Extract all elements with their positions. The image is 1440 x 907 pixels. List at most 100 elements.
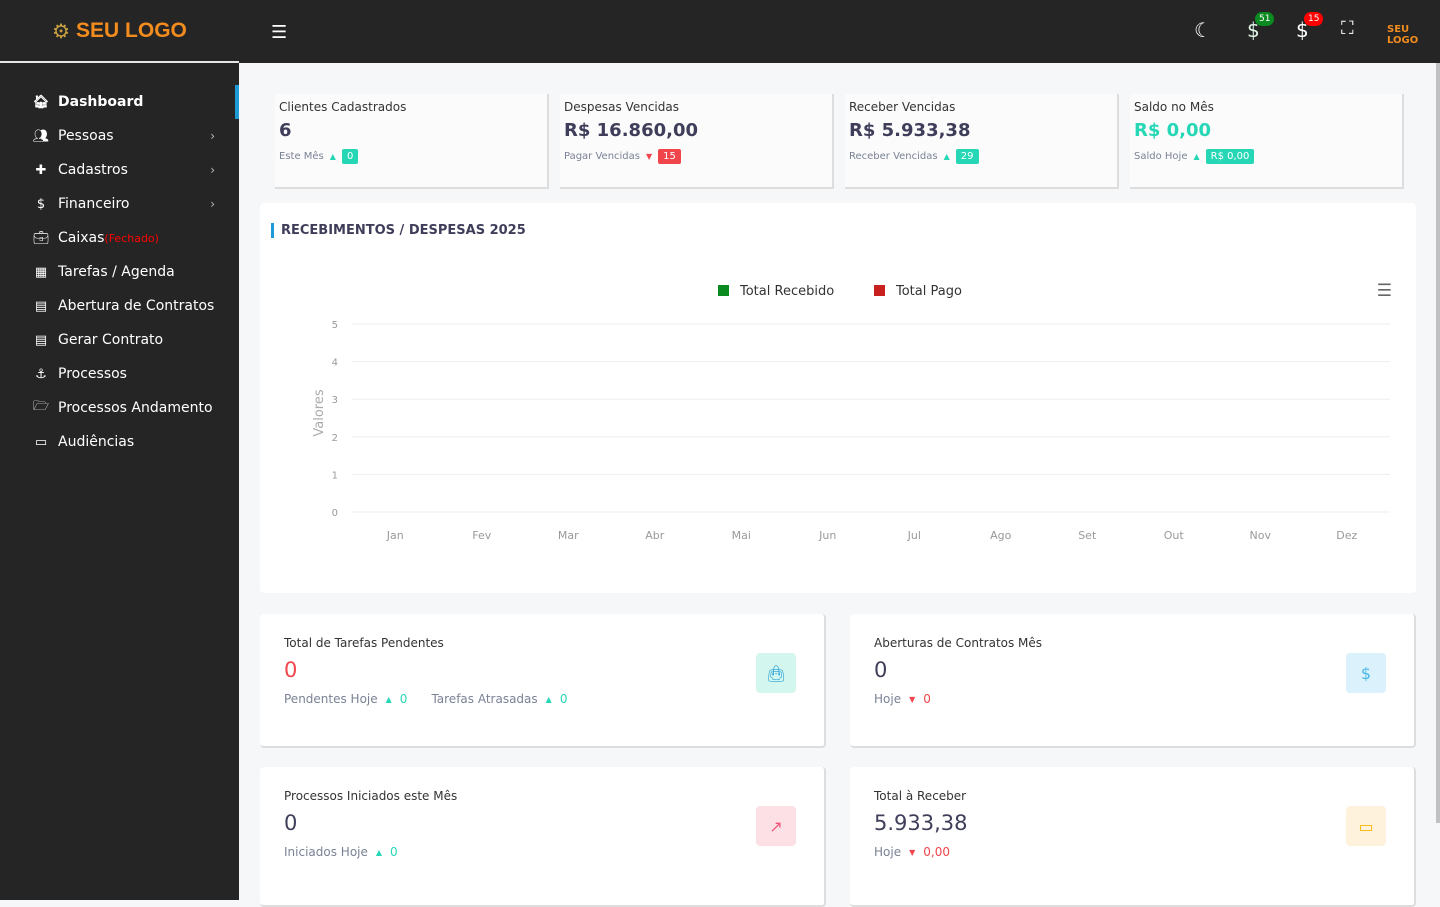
sidebar-item-label: Abertura de Contratos (58, 298, 215, 314)
logo-emblem-icon: ⚙ (52, 18, 71, 43)
caret-up-icon: ▲ (375, 847, 383, 857)
sidebar-item-processos[interactable]: ⚓︎ Processos (0, 357, 239, 391)
dollar-icon: $ (36, 196, 46, 212)
sidebar-item-label: Processos Andamento (58, 400, 213, 416)
stat-card: Receber Vencidas R$ 5.933,38 Receber Ven… (845, 94, 1119, 189)
card-value: 5.933,38 (874, 811, 968, 835)
caret-down-icon: ▼ (646, 152, 653, 161)
sidebar-item-caixas[interactable]: 💼︎ Caixas (Fechado) (0, 221, 239, 255)
home-icon: 🏠︎ (32, 94, 50, 110)
sidebar-item-label: Caixas (58, 230, 105, 246)
legend-label[interactable]: Total Recebido (739, 284, 834, 299)
chart-svg: 0 1 2 3 4 5 Jan Fev Mar Abr Mai Jun Jul Ago Set Out Nov D… (312, 284, 1390, 542)
fullscreen-icon[interactable]: ⛶ (1341, 18, 1354, 39)
stat-card: Despesas Vencidas R$ 16.860,00 Pagar Ven… (560, 94, 834, 189)
stat-value: R$ 5.933,38 (849, 120, 971, 141)
card-sub-value: 0 (399, 692, 408, 706)
sidebar-item-label: Pessoas (58, 128, 114, 144)
file-icon: ▤ (34, 332, 48, 348)
legend-marker[interactable] (874, 285, 885, 296)
stat-card: Saldo no Mês R$ 0,00 Saldo Hoje ▲ R$ 0,00 (1130, 94, 1404, 189)
caret-up-icon: ▲ (943, 152, 950, 161)
sidebar-item-pessoas[interactable]: 👥︎ Pessoas › (0, 119, 239, 153)
dollar-icon[interactable]: $ (1346, 653, 1386, 693)
logo[interactable]: ⚙ SEU LOGO (0, 0, 239, 63)
legend-label[interactable]: Total Pago (895, 284, 962, 299)
logo-text: SEU LOGO (76, 18, 187, 42)
plus-icon: ✚ (35, 162, 47, 178)
caret-up-icon: ▲ (329, 152, 336, 161)
caret-up-icon: ▲ (1193, 152, 1200, 161)
sidebar-item-processos-andamento[interactable]: 🗁 Processos Andamento (0, 391, 239, 425)
card-value: 0 (284, 658, 298, 682)
sidebar-item-abertura-de-contratos[interactable]: ▤ Abertura de Contratos (0, 289, 239, 323)
card-title: Total de Tarefas Pendentes (284, 636, 444, 650)
card-sub-label: Hoje (874, 845, 902, 859)
x-tick-label: Abr (645, 529, 665, 542)
external-link-icon[interactable]: ↗ (756, 806, 796, 846)
chevron-right-icon: › (210, 163, 215, 177)
y-tick-label: 4 (332, 358, 338, 369)
x-tick-label: Out (1164, 529, 1185, 542)
caret-down-icon: ▼ (909, 694, 916, 704)
caret-up-icon: ▲ (385, 694, 392, 704)
legend-marker[interactable] (718, 285, 729, 296)
pagar-dollar-icon[interactable]: $15 (1296, 12, 1324, 42)
x-tick-label: Jan (386, 529, 404, 542)
calendar-blank-icon: ▭ (34, 434, 48, 450)
sidebar-item-financeiro[interactable]: $ Financeiro › (0, 187, 239, 221)
card-sub-label: Iniciados Hoje (284, 845, 368, 859)
sidebar-item-gerar-contrato[interactable]: ▤ Gerar Contrato (0, 323, 239, 357)
user-avatar-logo[interactable]: SEU LOGO (1387, 24, 1440, 46)
y-tick-label: 3 (332, 395, 338, 406)
card-sub-value: 0,00 (923, 845, 950, 859)
y-tick-label: 0 (332, 508, 338, 519)
x-tick-label: Mar (558, 529, 579, 542)
card-sub-value: 0 (923, 692, 931, 706)
stat-title: Despesas Vencidas (564, 100, 679, 114)
sidebar-item-cadastros[interactable]: ✚ Cadastros › (0, 153, 239, 187)
stat-pill: 29 (955, 149, 979, 164)
caret-up-icon: ▲ (545, 694, 552, 704)
sidebar-item-tarefas-agenda[interactable]: ▦ Tarefas / Agenda (0, 255, 239, 289)
summary-card: Total de Tarefas Pendentes 0 Pendentes H… (260, 614, 826, 748)
briefcase-icon: 💼︎ (32, 230, 50, 246)
shopping-bag-icon[interactable]: 👜︎ (756, 653, 796, 693)
chevron-right-icon: › (210, 129, 215, 143)
y-axis-label: Valores (312, 389, 327, 436)
stat-card: Clientes Cadastrados 6 Este Mês ▲ 0 (275, 94, 549, 189)
scrollbar[interactable] (1436, 63, 1440, 823)
stat-sub-label: Este Mês (279, 151, 324, 162)
sidebar-item-label: Audiências (58, 434, 135, 450)
dark-mode-moon-icon[interactable]: ☾ (1194, 18, 1212, 42)
x-tick-label: Nov (1250, 529, 1272, 542)
summary-card: Processos Iniciados este Mês 0 Iniciados… (260, 767, 826, 907)
chevron-right-icon: › (210, 197, 215, 211)
x-tick-label: Mai (732, 529, 751, 542)
receber-dollar-icon[interactable]: $51 (1247, 12, 1275, 42)
stat-title: Receber Vencidas (849, 100, 956, 114)
card-sub-value: 0 (390, 845, 398, 859)
stat-value: 6 (279, 120, 292, 141)
caixa-status: (Fechado) (104, 231, 159, 245)
sidebar-item-audiências[interactable]: ▭ Audiências (0, 425, 239, 459)
card-title: Aberturas de Contratos Mês (874, 636, 1043, 650)
calendar-icon: ▦ (34, 264, 48, 280)
stat-sub-label: Receber Vencidas (849, 151, 938, 162)
card-sub-value: 0 (559, 692, 568, 706)
folder-open-icon: 🗁 (32, 399, 50, 414)
stat-value: R$ 0,00 (1134, 120, 1212, 141)
file-icon: ▤ (34, 298, 48, 314)
menu-toggle-icon[interactable]: ☰ (271, 22, 287, 43)
sidebar-item-label: Tarefas / Agenda (58, 264, 175, 280)
sidebar-item-dashboard[interactable]: 🏠︎ Dashboard (0, 85, 239, 119)
stat-pill: R$ 0,00 (1205, 149, 1255, 164)
stat-pill: 15 (658, 149, 681, 164)
credit-card-icon[interactable]: ▭ (1346, 806, 1386, 846)
card-value: 0 (284, 811, 298, 835)
receber-badge: 51 (1255, 12, 1275, 26)
x-tick-label: Set (1078, 529, 1097, 542)
stat-sub-label: Saldo Hoje (1134, 151, 1188, 162)
card-title: Processos Iniciados este Mês (284, 789, 458, 803)
x-tick-label: Ago (990, 529, 1012, 542)
